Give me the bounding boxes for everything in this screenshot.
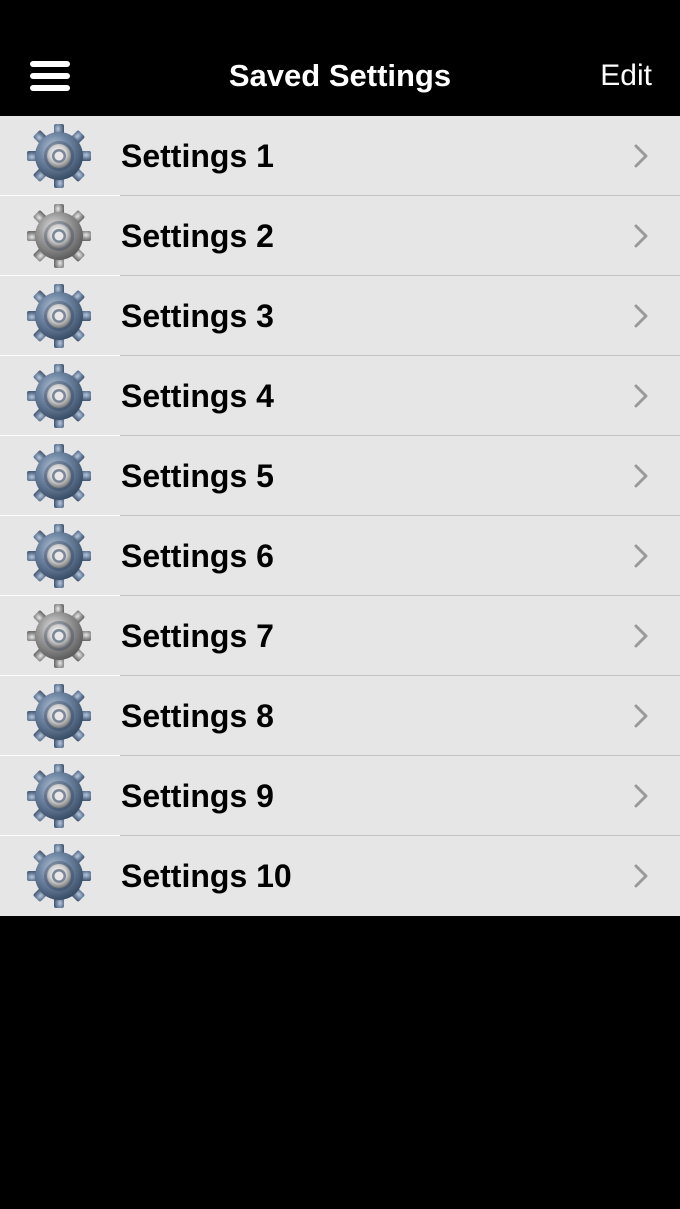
settings-item-label: Settings 5 [121, 458, 274, 494]
saved-settings-screen: Saved Settings Edit Settings 1 Settings … [0, 0, 680, 1209]
settings-list-item-1[interactable]: Settings 1 [0, 116, 680, 196]
settings-list-item-4[interactable]: Settings 4 [0, 356, 680, 436]
gear-icon [27, 204, 91, 268]
settings-item-label: Settings 1 [121, 138, 274, 174]
settings-item-label: Settings 7 [121, 618, 274, 654]
settings-list-item-8[interactable]: Settings 8 [0, 676, 680, 756]
settings-item-label: Settings 2 [121, 218, 274, 254]
settings-item-label: Settings 9 [121, 778, 274, 814]
gear-icon [27, 684, 91, 748]
settings-item-label: Settings 4 [121, 378, 274, 414]
edit-button[interactable]: Edit [600, 56, 652, 96]
gear-icon [27, 364, 91, 428]
chevron-right-icon [634, 704, 648, 728]
settings-list-item-9[interactable]: Settings 9 [0, 756, 680, 836]
settings-list-item-2[interactable]: Settings 2 [0, 196, 680, 276]
settings-list-item-5[interactable]: Settings 5 [0, 436, 680, 516]
gear-icon [27, 124, 91, 188]
chevron-right-icon [634, 784, 648, 808]
page-title: Saved Settings [228, 58, 452, 93]
chevron-right-icon [634, 384, 648, 408]
chevron-right-icon [634, 144, 648, 168]
settings-item-label: Settings 8 [121, 698, 274, 734]
gear-icon [27, 604, 91, 668]
gear-icon [27, 844, 91, 908]
navigation-bar: Saved Settings Edit [0, 0, 680, 116]
gear-icon [27, 524, 91, 588]
settings-item-label: Settings 10 [121, 858, 292, 894]
chevron-right-icon [634, 304, 648, 328]
settings-list-item-3[interactable]: Settings 3 [0, 276, 680, 356]
chevron-right-icon [634, 624, 648, 648]
settings-list-item-6[interactable]: Settings 6 [0, 516, 680, 596]
gear-icon [27, 444, 91, 508]
settings-list: Settings 1 Settings 2 Settings 3 Setting… [0, 116, 680, 916]
settings-list-item-7[interactable]: Settings 7 [0, 596, 680, 676]
chevron-right-icon [634, 864, 648, 888]
settings-item-label: Settings 6 [121, 538, 274, 574]
chevron-right-icon [634, 544, 648, 568]
settings-item-label: Settings 3 [121, 298, 274, 334]
gear-icon [27, 764, 91, 828]
chevron-right-icon [634, 464, 648, 488]
gear-icon [27, 284, 91, 348]
settings-list-item-10[interactable]: Settings 10 [0, 836, 680, 916]
chevron-right-icon [634, 224, 648, 248]
